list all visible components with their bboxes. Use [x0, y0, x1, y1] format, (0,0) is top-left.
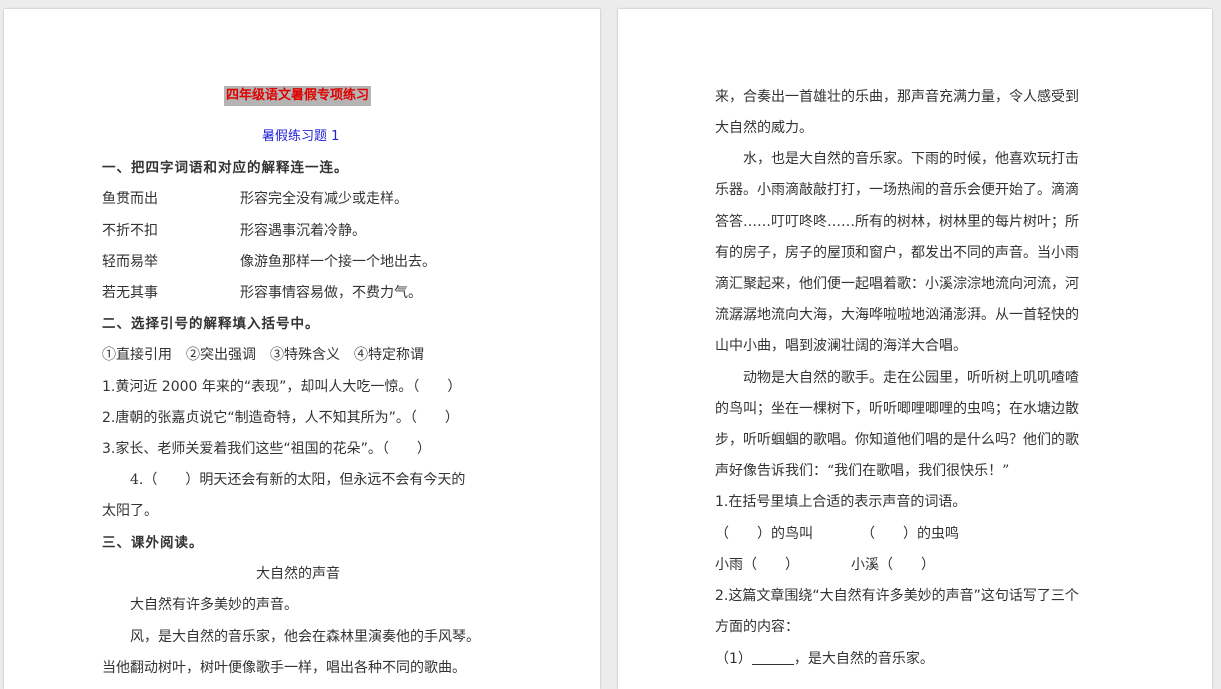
term-2: 不折不扣 — [102, 223, 158, 239]
answer-item-1: （1） ，是大自然的音乐家。 — [715, 649, 934, 669]
blank-creek: 小溪（ ） — [851, 557, 935, 573]
document-title: 四年级语文暑假专项练习 — [224, 86, 372, 106]
quote-options: ①直接引用 ②突出强调 ③特殊含义 ④特定称谓 — [102, 347, 424, 363]
meaning-2: 形容遇事沉着冷静。 — [240, 223, 366, 239]
passage-paragraph-1: 大自然有许多美妙的声音。 — [130, 597, 298, 613]
passage-title: 大自然的声音 — [256, 566, 340, 582]
passage-line: 滴汇聚起来，他们便一起唱着歌：小溪淙淙地流向河流，河 — [715, 276, 1079, 292]
document-page-left: 四年级语文暑假专项练习 暑假练习题 1 一、把四字词语和对应的解释连一连。 鱼贯… — [4, 9, 600, 689]
passage-line: 的鸟叫；坐在一棵树下，听听唧哩唧哩的虫鸣；在水塘边散 — [715, 401, 1079, 417]
passage-line: 水，也是大自然的音乐家。下雨的时候，他喜欢玩打击 — [743, 151, 1079, 167]
answer-item-prefix: （1） — [715, 651, 752, 667]
question-3-2-cont: 方面的内容： — [715, 619, 799, 635]
blank-insect-call: （ ）的虫鸣 — [861, 526, 959, 542]
answer-blank[interactable] — [751, 650, 794, 665]
question-2-2: 2.唐朝的张嘉贞说它“制造奇特，人不知其所为”。（ ） — [102, 410, 459, 426]
passage-line: 答答……叮叮咚咚……所有的树林，树林里的每片树叶；所 — [715, 214, 1079, 230]
passage-line: 有的房子，房子的屋顶和窗户，都发出不同的声音。当小雨 — [715, 245, 1079, 261]
question-2-1: 1.黄河近 2000 年来的“表现”，却叫人大吃一惊。（ ） — [102, 379, 462, 395]
passage-line: 步，听听蝈蝈的歌唱。你知道他们唱的是什么吗？他们的歌 — [715, 432, 1079, 448]
passage-paragraph-3: 当他翻动树叶，树叶便像歌手一样，唱出各种不同的歌曲。 — [102, 660, 466, 676]
section2-heading: 二、选择引号的解释填入括号中。 — [102, 316, 320, 332]
section3-heading: 三、课外阅读。 — [102, 535, 204, 551]
exercise-subtitle: 暑假练习题 1 — [262, 129, 340, 144]
blank-light-rain: 小雨（ ） — [715, 557, 799, 573]
blank-bird-call: （ ）的鸟叫 — [715, 526, 813, 542]
meaning-4: 形容事情容易做，不费力气。 — [240, 285, 422, 301]
meaning-3: 像游鱼那样一个接一个地出去。 — [240, 254, 436, 270]
answer-item-suffix: ，是大自然的音乐家。 — [793, 651, 934, 667]
passage-line: 声好像告诉我们：“我们在歌唱，我们很快乐！” — [715, 463, 1010, 479]
passage-line: 乐器。小雨滴敲敲打打，一场热闹的音乐会便开始了。滴滴 — [715, 182, 1079, 198]
passage-line: 流潺潺地流向大海，大海哗啦啦地汹涌澎湃。从一首轻快的 — [715, 307, 1079, 323]
question-2-3: 3.家长、老师关爱着我们这些“祖国的花朵”。（ ） — [102, 441, 431, 457]
passage-paragraph-2: 风，是大自然的音乐家，他会在森林里演奏他的手风琴。 — [130, 629, 480, 645]
question-2-4: 4.（ ）明天还会有新的太阳，但永远不会有今天的 — [130, 472, 466, 488]
question-2-4-cont: 太阳了。 — [102, 503, 158, 519]
meaning-1: 形容完全没有减少或走样。 — [240, 191, 408, 207]
passage-line: 来，合奏出一首雄壮的乐曲，那声音充满力量，令人感受到 — [715, 89, 1079, 105]
passage-line: 山中小曲，唱到波澜壮阔的海洋大合唱。 — [715, 338, 967, 354]
passage-line: 大自然的威力。 — [715, 120, 813, 136]
document-page-right: 来，合奏出一首雄壮的乐曲，那声音充满力量，令人感受到 大自然的威力。 水，也是大… — [618, 9, 1212, 689]
term-4: 若无其事 — [102, 285, 158, 301]
question-3-2: 2.这篇文章围绕“大自然有许多美妙的声音”这句话写了三个 — [715, 588, 1079, 604]
term-3: 轻而易举 — [102, 254, 158, 270]
term-1: 鱼贯而出 — [102, 191, 158, 207]
section1-heading: 一、把四字词语和对应的解释连一连。 — [102, 160, 349, 176]
passage-line: 动物是大自然的歌手。走在公园里，听听树上叽叽喳喳 — [743, 370, 1079, 386]
question-3-1: 1.在括号里填上合适的表示声音的词语。 — [715, 494, 967, 510]
